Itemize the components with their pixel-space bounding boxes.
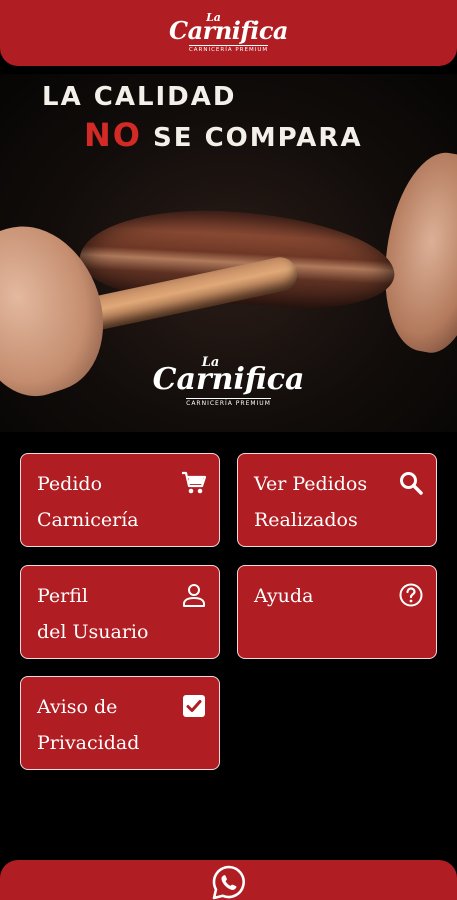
ver-pedidos-button[interactable]: Ver Pedidos Realizados (237, 453, 437, 547)
headline-no: NO (84, 116, 142, 154)
hero-headline: LA CALIDAD NO SE COMPARA (42, 82, 363, 154)
help-icon (399, 583, 423, 607)
headline-rest: SE COMPARA (153, 123, 363, 153)
hero-logo-name: Carnifica (152, 362, 305, 397)
pedido-label: Pedido Carnicería (37, 473, 139, 531)
search-icon (400, 472, 423, 495)
hero-banner: LA CALIDAD NO SE COMPARA La Carnifica CA… (0, 74, 457, 432)
hero-logo-subtitle: CARNICERÍA PREMIUM (186, 398, 271, 407)
headline-line2: NO SE COMPARA (84, 116, 363, 154)
perfil-label: Perfil del Usuario (37, 585, 149, 643)
cart-icon (182, 471, 207, 494)
aviso-privacidad-button[interactable]: Aviso de Privacidad (20, 676, 220, 770)
aviso-label: Aviso de Privacidad (37, 696, 140, 754)
logo-name: Carnifica (169, 16, 288, 46)
logo-subtitle: CARNICERÍA PREMIUM (188, 45, 269, 54)
whatsapp-icon[interactable] (210, 864, 248, 900)
checkbox-icon (183, 695, 205, 717)
hero-logo: La Carnifica CARNICERÍA PREMIUM (0, 356, 457, 407)
user-icon (183, 584, 205, 607)
brand-logo: La Carnifica CARNICERÍA PREMIUM (169, 12, 288, 54)
ver-pedidos-label: Ver Pedidos Realizados (254, 473, 368, 531)
ayuda-label: Ayuda (254, 585, 314, 607)
whatsapp-bar[interactable] (0, 860, 457, 900)
perfil-usuario-button[interactable]: Perfil del Usuario (20, 565, 220, 659)
hand-right-image (370, 145, 457, 359)
app-header: La Carnifica CARNICERÍA PREMIUM (0, 0, 457, 66)
pedido-carniceria-button[interactable]: Pedido Carnicería (20, 453, 220, 547)
headline-line1: LA CALIDAD (42, 82, 237, 112)
ayuda-button[interactable]: Ayuda (237, 565, 437, 659)
